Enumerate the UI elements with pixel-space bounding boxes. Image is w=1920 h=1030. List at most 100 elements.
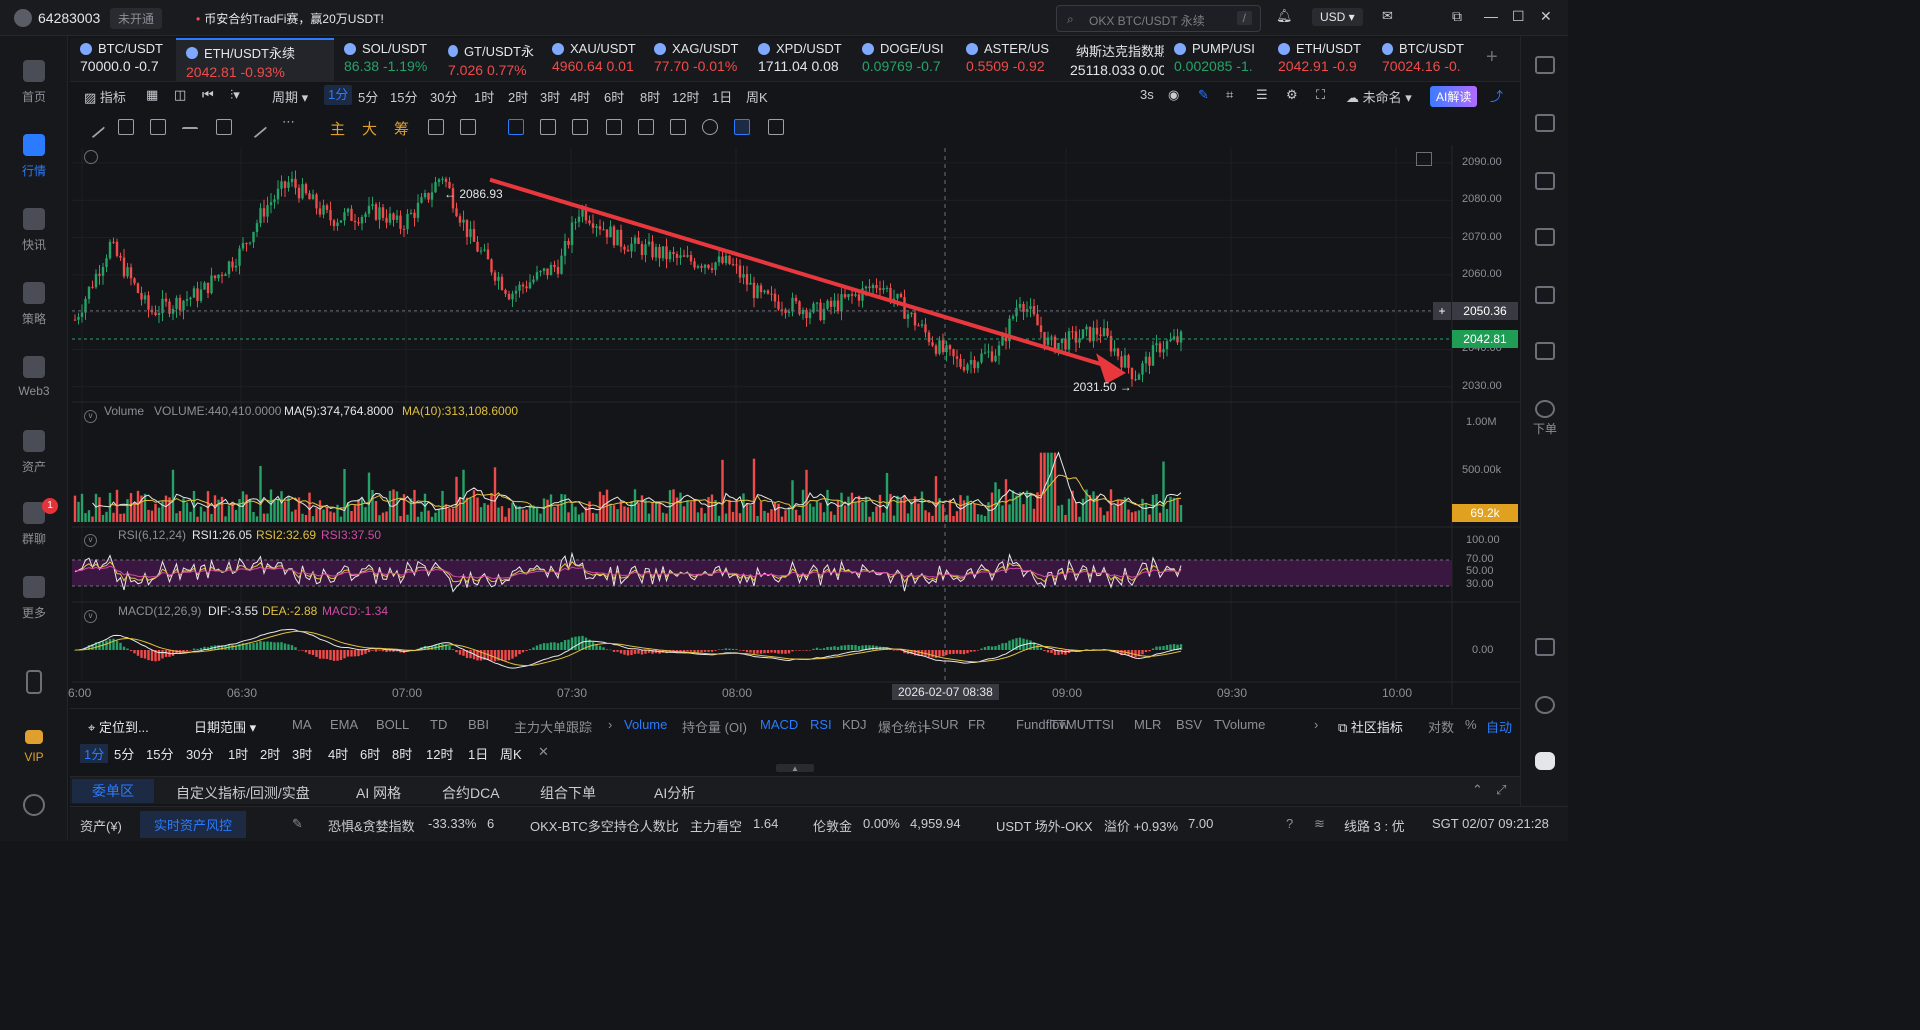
chart-fullscreen-icon[interactable] [1416, 152, 1432, 166]
candle-body [766, 290, 770, 294]
chart-settings-icon[interactable] [84, 150, 98, 164]
collapse-toggle-icon[interactable]: v [84, 410, 97, 423]
community-indicator-button[interactable]: ⧉ 社区指标 [1338, 717, 1403, 736]
collapse-toggle-icon[interactable]: v [84, 610, 97, 623]
timeframe-bar-6[interactable]: 3时 [292, 744, 312, 763]
time-axis-label: 07:00 [392, 686, 423, 700]
sub-indicator-4[interactable]: KDJ [842, 717, 867, 732]
sub-indicator-2[interactable]: MACD [760, 717, 798, 732]
macd-histogram-bar [591, 642, 595, 650]
timeframe-bar-1[interactable]: 5分 [114, 744, 134, 763]
candle-body [385, 217, 388, 223]
main-indicator-ema[interactable]: EMA [330, 717, 358, 732]
volume-bar [997, 489, 1001, 522]
close-icon[interactable]: ✕ [538, 744, 549, 760]
sub-indicator-11[interactable]: MLR [1134, 717, 1161, 732]
panel-tab-3[interactable]: 合约DCA [442, 783, 500, 803]
macd-histogram-bar [931, 650, 934, 658]
rsi-axis-label: 100.00 [1466, 534, 1500, 546]
macd-histogram-bar [693, 650, 696, 653]
panel-tab-2[interactable]: AI 网格 [356, 783, 401, 803]
locate-button[interactable]: ⌖ 定位到... [88, 717, 149, 736]
candle-body [136, 283, 140, 293]
chevron-up-icon[interactable]: ⌃ [1472, 782, 1483, 798]
panel-tab-1[interactable]: 自定义指标/回测/实盘 [176, 783, 310, 803]
sub-indicator-0[interactable]: Volume [624, 717, 667, 732]
main-indicator-ma[interactable]: MA [292, 717, 312, 732]
add-alert-icon[interactable]: + [1433, 301, 1451, 320]
volume-bar [766, 512, 770, 522]
timeframe-bar-2[interactable]: 15分 [146, 744, 173, 763]
auto-scale-toggle[interactable]: 自动 [1486, 717, 1512, 736]
timeframe-bar-4[interactable]: 1时 [228, 744, 248, 763]
main-indicator-td[interactable]: TD [430, 717, 447, 732]
candle-body [1158, 343, 1162, 353]
volume-bar [749, 505, 752, 522]
macd-histogram-bar [448, 645, 451, 650]
fear-greed-label[interactable]: 恐惧&贪婪指数 [328, 816, 415, 835]
main-indicator-bbi[interactable]: BBI [468, 717, 489, 732]
candle-body [899, 293, 903, 297]
sub-indicator-7[interactable]: FR [968, 717, 985, 732]
sub-indicator-10[interactable]: TTSI [1086, 717, 1114, 732]
expand-panel-icon[interactable]: ⤢ [1496, 782, 1506, 798]
panel-tab-0[interactable]: 委单区 [72, 779, 154, 803]
timeframe-bar-8[interactable]: 6时 [360, 744, 380, 763]
timeframe-bar-3[interactable]: 30分 [186, 744, 213, 763]
candle-body [679, 255, 682, 258]
volume-bar [269, 489, 273, 522]
percent-scale-toggle[interactable]: % [1465, 717, 1477, 732]
rsi-title: RSI(6,12,24) [118, 528, 187, 542]
macd-histogram-bar [777, 650, 780, 654]
volume-bar [1144, 504, 1148, 522]
volume-bar [679, 492, 682, 522]
volume-bar [689, 501, 693, 522]
collapse-toggle-icon[interactable]: v [84, 534, 97, 547]
sub-indicator-1[interactable]: 持仓量 (OI) [682, 717, 747, 736]
date-range-select[interactable]: 日期范围 ▾ [194, 717, 256, 736]
macd-histogram-bar [721, 649, 724, 650]
macd-histogram-bar [959, 650, 962, 655]
candle-body [682, 255, 686, 257]
main-indicator-主力大单跟踪[interactable]: 主力大单跟踪 [514, 717, 592, 736]
london-gold-label[interactable]: 伦敦金 [813, 816, 852, 835]
help-icon[interactable]: ? [1286, 816, 1293, 831]
assets-label[interactable]: 资产(¥) [80, 816, 122, 835]
timeframe-bar-5[interactable]: 2时 [260, 744, 280, 763]
panel-tab-4[interactable]: 组合下单 [540, 783, 596, 803]
risk-control-button[interactable]: 实时资产风控 [140, 811, 247, 838]
volume-bar [616, 509, 619, 522]
sub-indicator-6[interactable]: LSUR [924, 717, 959, 732]
sub-indicator-12[interactable]: BSV [1176, 717, 1202, 732]
main-indicator-boll[interactable]: BOLL [376, 717, 409, 732]
long-short-label[interactable]: OKX-BTC多空持仓人数比 [530, 816, 679, 835]
collapse-handle-icon[interactable]: ▲ [776, 764, 814, 773]
candle-body [304, 184, 308, 194]
usdt-otc-label[interactable]: USDT 场外-OKX [996, 816, 1093, 835]
edit-icon[interactable]: ✎ [292, 816, 303, 832]
candle-body [553, 264, 556, 268]
macd-histogram-bar [703, 650, 707, 652]
sub-indicator-5[interactable]: 爆仓统计 [878, 717, 930, 736]
timeframe-bar-11[interactable]: 1日 [468, 744, 488, 763]
panel-tab-5[interactable]: AI分析 [654, 783, 695, 803]
network-line[interactable]: 线路 3 : 优 [1344, 816, 1405, 835]
timeframe-bar-0[interactable]: 1分 [80, 744, 109, 763]
chevron-right-icon[interactable]: › [1314, 717, 1318, 732]
log-scale-toggle[interactable]: 对数 [1428, 717, 1454, 736]
candle-body [819, 302, 822, 320]
sub-indicator-13[interactable]: TVolume [1214, 717, 1265, 732]
volume-bar [619, 500, 623, 522]
timeframe-bar-9[interactable]: 8时 [392, 744, 412, 763]
volume-bar [889, 493, 892, 522]
timeframe-bar-10[interactable]: 12时 [426, 744, 453, 763]
macd-histogram-bar [962, 650, 966, 655]
timeframe-bar-12[interactable]: 周K [500, 744, 522, 763]
macd-title: MACD(12,26,9) [118, 604, 202, 618]
candle-body [1165, 341, 1169, 350]
chevron-right-icon[interactable]: › [608, 717, 612, 732]
timeframe-bar-7[interactable]: 4时 [328, 744, 348, 763]
sub-indicator-9[interactable]: TTMU [1050, 717, 1086, 732]
sub-indicator-3[interactable]: RSI [810, 717, 832, 732]
candle-body [1155, 343, 1158, 346]
